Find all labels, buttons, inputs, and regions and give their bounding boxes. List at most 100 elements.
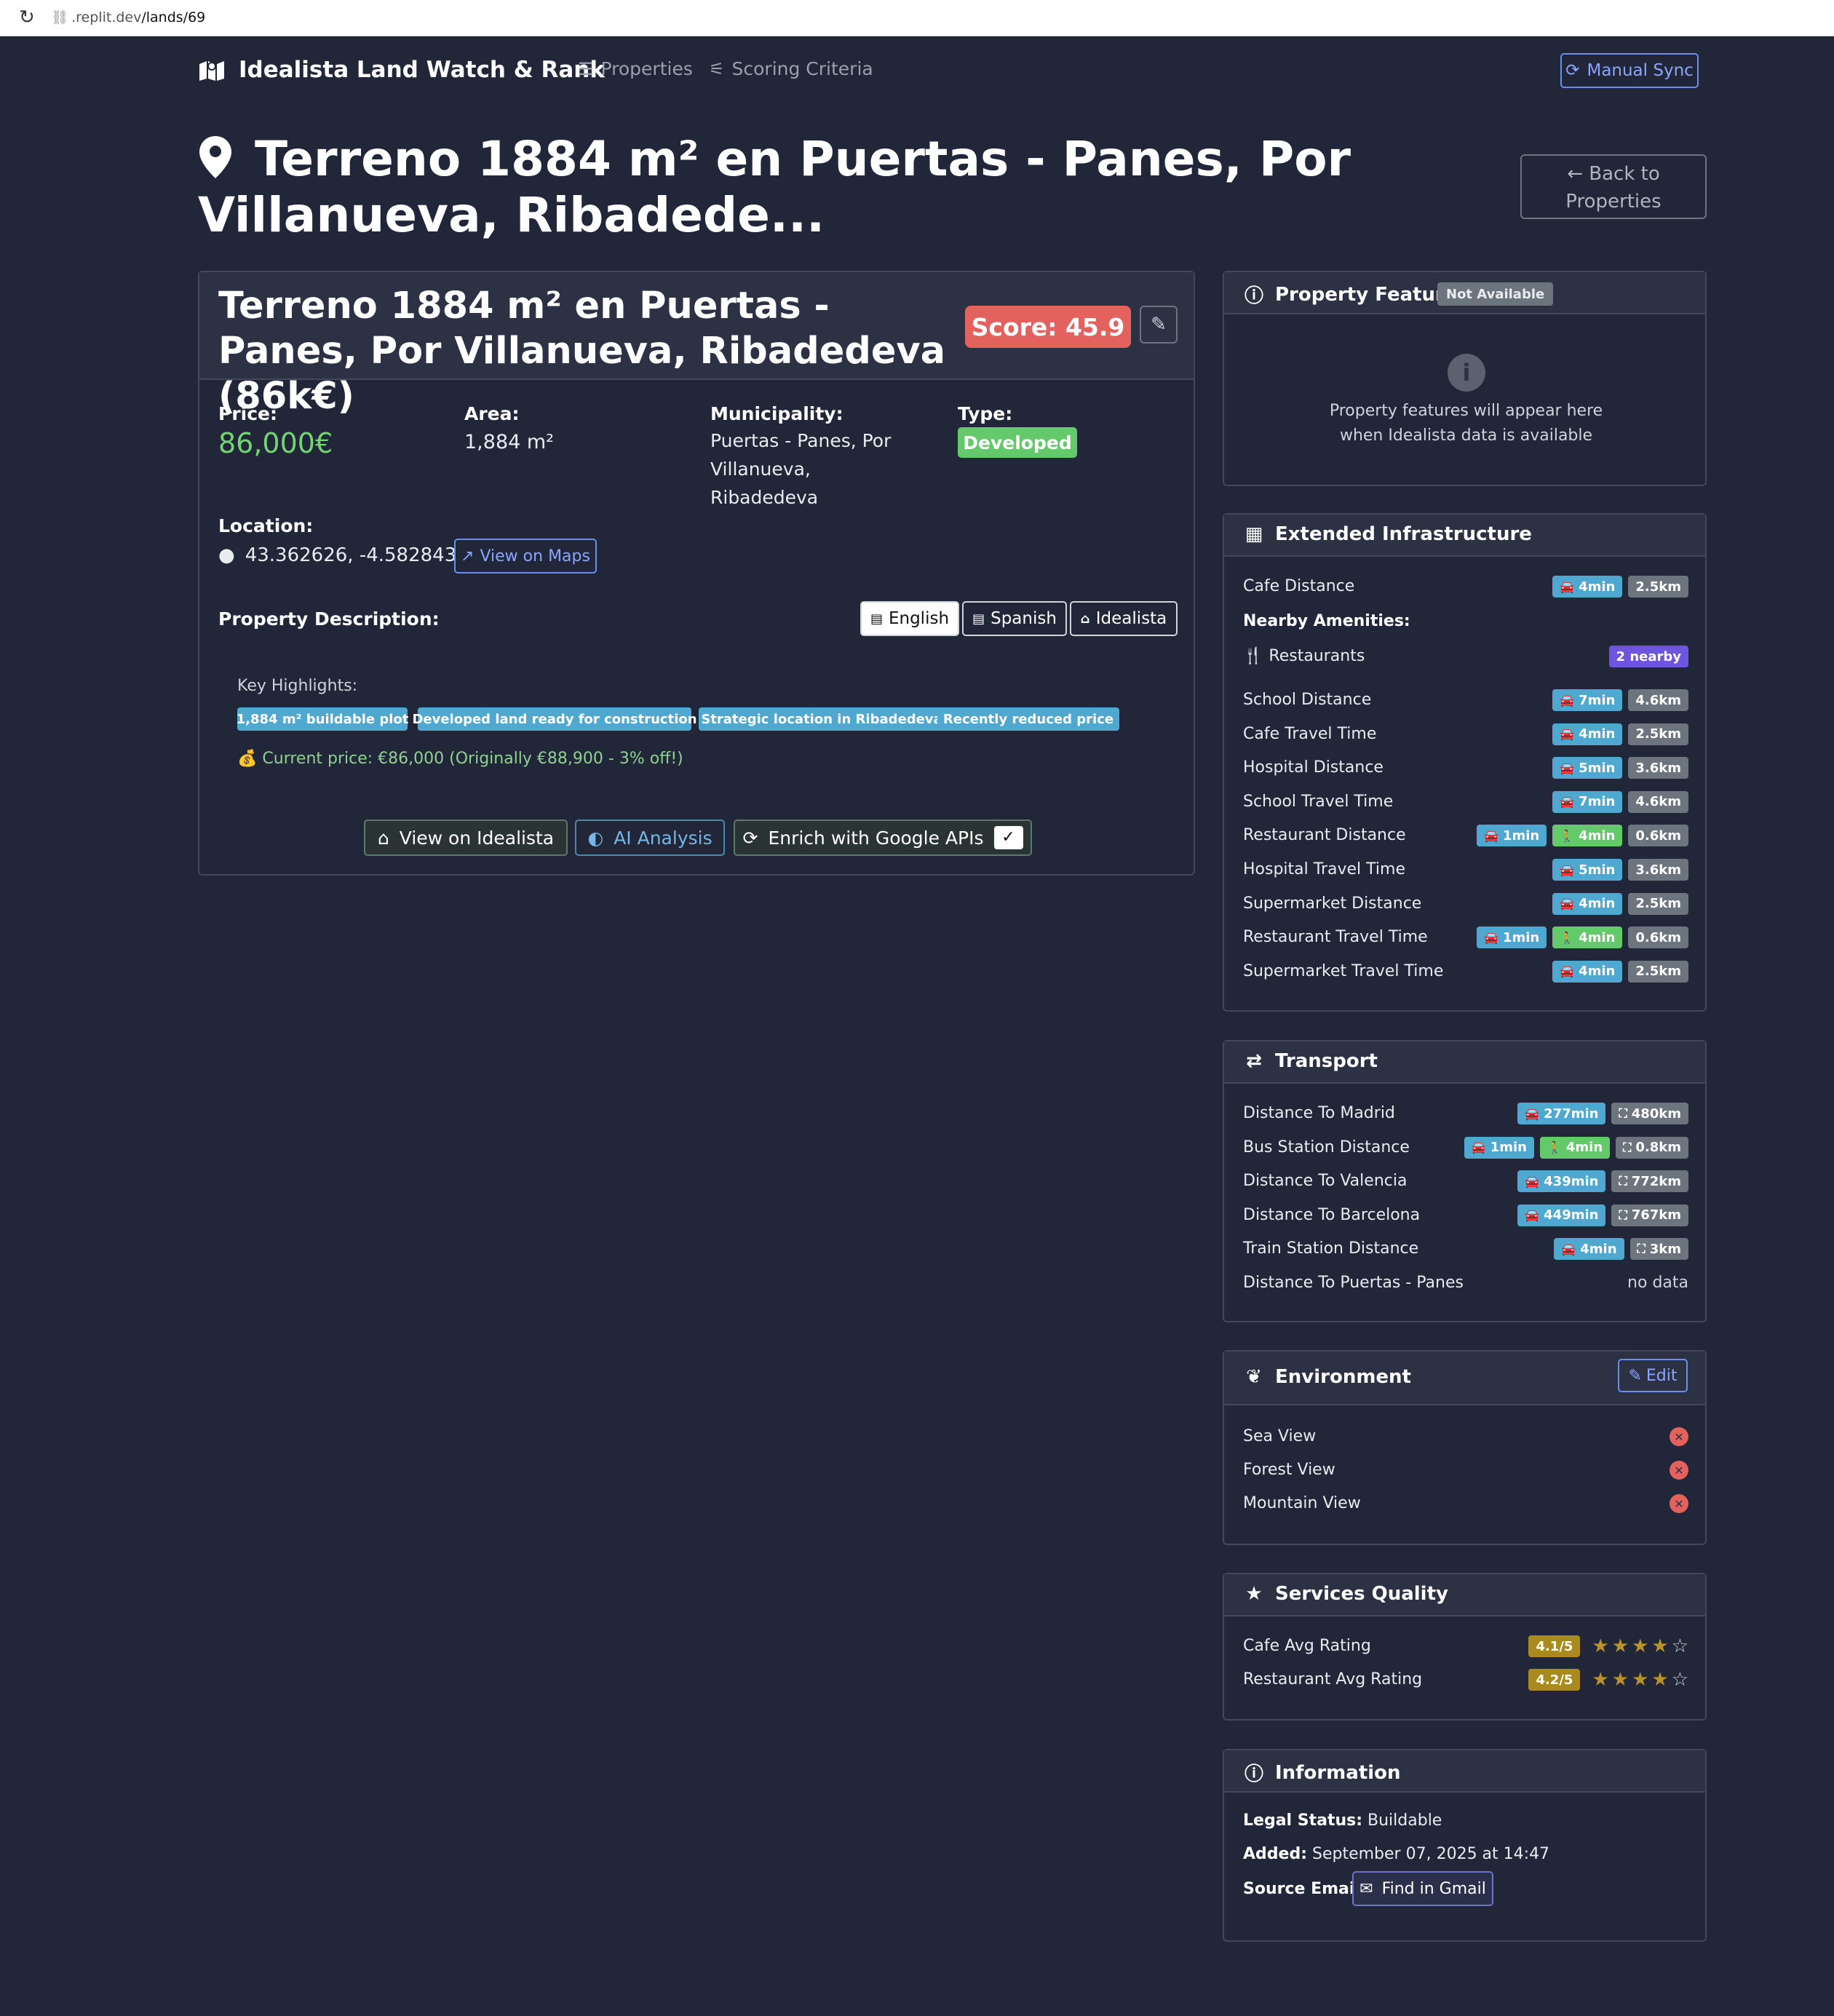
- car-badge: 🚘 7min: [1552, 689, 1623, 711]
- find-in-gmail-button[interactable]: ✉ Find in Gmail: [1352, 1871, 1493, 1906]
- car-icon: 🚘: [1560, 964, 1575, 979]
- information-title-text: Information: [1275, 1761, 1401, 1784]
- manual-sync-button[interactable]: ⟳ Manual Sync: [1560, 53, 1699, 88]
- legal-status-value: Buildable: [1367, 1811, 1442, 1830]
- metric-label: School Distance: [1243, 691, 1372, 709]
- sync-icon: ⟳: [742, 827, 758, 849]
- star-filled-icon: ★: [1592, 1635, 1609, 1657]
- lang-idealista-label: Idealista: [1095, 609, 1167, 628]
- car-icon: 🚘: [1471, 1140, 1486, 1154]
- car-icon: 🚘: [1560, 897, 1575, 911]
- star-empty-icon: ☆: [1671, 1635, 1688, 1657]
- star-rating: ★ ★ ★ ★ ☆: [1592, 1635, 1688, 1657]
- lang-idealista-button[interactable]: ⌂ Idealista: [1070, 601, 1178, 636]
- binoculars-icon: ⛶: [1637, 1242, 1646, 1255]
- km-badge: ⛶ 480km: [1611, 1103, 1688, 1124]
- utensils-icon: 🍴: [1243, 647, 1263, 665]
- enrich-google-button[interactable]: ⟳ Enrich with Google APIs ✓: [734, 820, 1032, 856]
- type-label: Type:: [958, 403, 1013, 424]
- property-features-card: ⓘ Property Features Not Available i Prope…: [1223, 271, 1707, 486]
- metric-label: Cafe Travel Time: [1243, 724, 1377, 743]
- view-on-maps-label: View on Maps: [480, 547, 590, 565]
- metric-row: Cafe Travel Time 🚘 4min 2.5km: [1243, 722, 1688, 747]
- legal-status: Legal Status: Buildable: [1243, 1811, 1442, 1830]
- km-badge: ⛶ 0.8km: [1616, 1136, 1688, 1159]
- badge-text: 1min: [1502, 929, 1540, 945]
- infrastructure-title: ▦ Extended Infrastructure: [1243, 523, 1532, 545]
- environment-edit-button[interactable]: ✎ Edit: [1618, 1359, 1688, 1392]
- description-label: Property Description:: [218, 608, 440, 630]
- route-icon: ⇄: [1246, 1050, 1262, 1072]
- metric-label: Restaurant Distance: [1243, 826, 1406, 845]
- view-on-maps-button[interactable]: ↗ View on Maps: [454, 539, 597, 574]
- url-host: .replit.dev: [71, 9, 142, 25]
- car-icon: 🚘: [1560, 862, 1575, 877]
- badge-text: 7min: [1579, 794, 1616, 810]
- features-message: Property features will appear here when …: [1224, 399, 1708, 448]
- car-icon: 🚘: [1525, 1208, 1540, 1222]
- page-title: Terreno 1884 m² en Puertas - Panes, Por …: [198, 131, 1435, 243]
- lang-english-button[interactable]: ▤ English: [860, 601, 959, 636]
- metric-badges: 🚘 449min ⛶ 767km: [1517, 1204, 1688, 1226]
- metric-row: Restaurant Distance 🚘 1min 🚶 4min 0.6km: [1243, 823, 1688, 848]
- nav-properties[interactable]: ☰ Properties: [578, 58, 693, 79]
- score-badge: Score: 45.9: [965, 306, 1131, 348]
- badge-text: 0.6km: [1635, 929, 1681, 945]
- walk-badge: 🚶 4min: [1552, 926, 1623, 949]
- map-marker-icon: ●: [218, 544, 235, 566]
- reload-icon[interactable]: ↻: [19, 7, 39, 28]
- nav-scoring-criteria[interactable]: ⚟ Scoring Criteria: [709, 58, 873, 79]
- location-pin-icon: [199, 136, 231, 178]
- badge-text: 4min: [1565, 1140, 1603, 1155]
- metric-badges: 🚘 4min 2.5km: [1552, 723, 1688, 745]
- ai-analysis-button[interactable]: ◐ AI Analysis: [575, 820, 725, 856]
- address-field[interactable]: ⛓ .replit.dev/lands/69: [51, 7, 205, 28]
- metric-badges: 🚘 4min 2.5km: [1552, 576, 1688, 598]
- car-icon: 🚘: [1560, 727, 1575, 742]
- badge-text: 2.5km: [1635, 579, 1681, 595]
- badge-text: 1min: [1502, 828, 1540, 844]
- envelope-icon: ✉: [1359, 1879, 1373, 1898]
- info-icon: i: [1448, 354, 1485, 392]
- metric-row: Bus Station Distance 🚘 1min 🚶 4min ⛶ 0.8km: [1243, 1135, 1688, 1160]
- back-to-properties-button[interactable]: ← Back to Properties: [1520, 154, 1707, 219]
- browser-url-bar: ↻ ⛓ .replit.dev/lands/69: [0, 0, 1834, 36]
- coordinates: ● 43.362626, -4.582843: [218, 541, 456, 570]
- price-value: 86,000€: [218, 427, 333, 459]
- badge-text: 0.8km: [1635, 1140, 1681, 1155]
- brand-title: Idealista Land Watch & Rank: [239, 57, 605, 83]
- badge-text: 0.6km: [1635, 828, 1681, 844]
- view-on-idealista-button[interactable]: ⌂ View on Idealista: [364, 820, 568, 856]
- highlight-tag: Strategic location in Ribadedeva: [699, 707, 945, 731]
- car-icon: 🚘: [1484, 930, 1498, 945]
- rating-row: Cafe Avg Rating 4.1/5 ★ ★ ★ ★ ☆: [1243, 1634, 1688, 1659]
- km-badge: 2.5km: [1628, 960, 1688, 983]
- km-badge: 4.6km: [1628, 689, 1688, 711]
- metric-row: Supermarket Travel Time 🚘 4min 2.5km: [1243, 959, 1688, 984]
- ai-analysis-label: AI Analysis: [614, 827, 712, 849]
- environment-header: ❦ Environment ✎ Edit: [1224, 1352, 1705, 1405]
- km-badge: ⛶ 767km: [1611, 1204, 1688, 1226]
- car-badge: 🚘 4min: [1552, 892, 1623, 915]
- car-badge: 🚘 4min: [1554, 1238, 1624, 1260]
- price-note: 💰 Current price: €86,000 (Originally €88…: [237, 750, 683, 768]
- metric-row: Distance To Madrid 🚘 277min ⛶ 480km: [1243, 1101, 1688, 1126]
- highlight-tag: Recently reduced price: [937, 707, 1119, 731]
- view-idealista-label: View on Idealista: [399, 827, 555, 849]
- edit-score-button[interactable]: ✎: [1140, 306, 1178, 344]
- lang-english-label: English: [888, 609, 950, 628]
- badge-text: 4.6km: [1635, 692, 1681, 708]
- binoculars-icon: ⛶: [1619, 1174, 1627, 1188]
- badge-text: 4min: [1579, 964, 1616, 980]
- services-title: ★ Services Quality: [1243, 1583, 1448, 1605]
- check-icon: ✓: [993, 826, 1023, 849]
- badge-text: 439min: [1544, 1173, 1599, 1189]
- car-icon: 🚘: [1560, 761, 1575, 775]
- lang-spanish-button[interactable]: ▤ Spanish: [962, 601, 1067, 636]
- infrastructure-header: ▦ Extended Infrastructure: [1224, 515, 1705, 557]
- metric-badges: 🚘 7min 4.6km: [1552, 689, 1688, 711]
- star-empty-icon: ☆: [1671, 1669, 1688, 1691]
- brand-link[interactable]: Idealista Land Watch & Rank: [198, 57, 605, 83]
- lang-spanish-label: Spanish: [991, 609, 1057, 628]
- star-filled-icon: ★: [1632, 1669, 1649, 1691]
